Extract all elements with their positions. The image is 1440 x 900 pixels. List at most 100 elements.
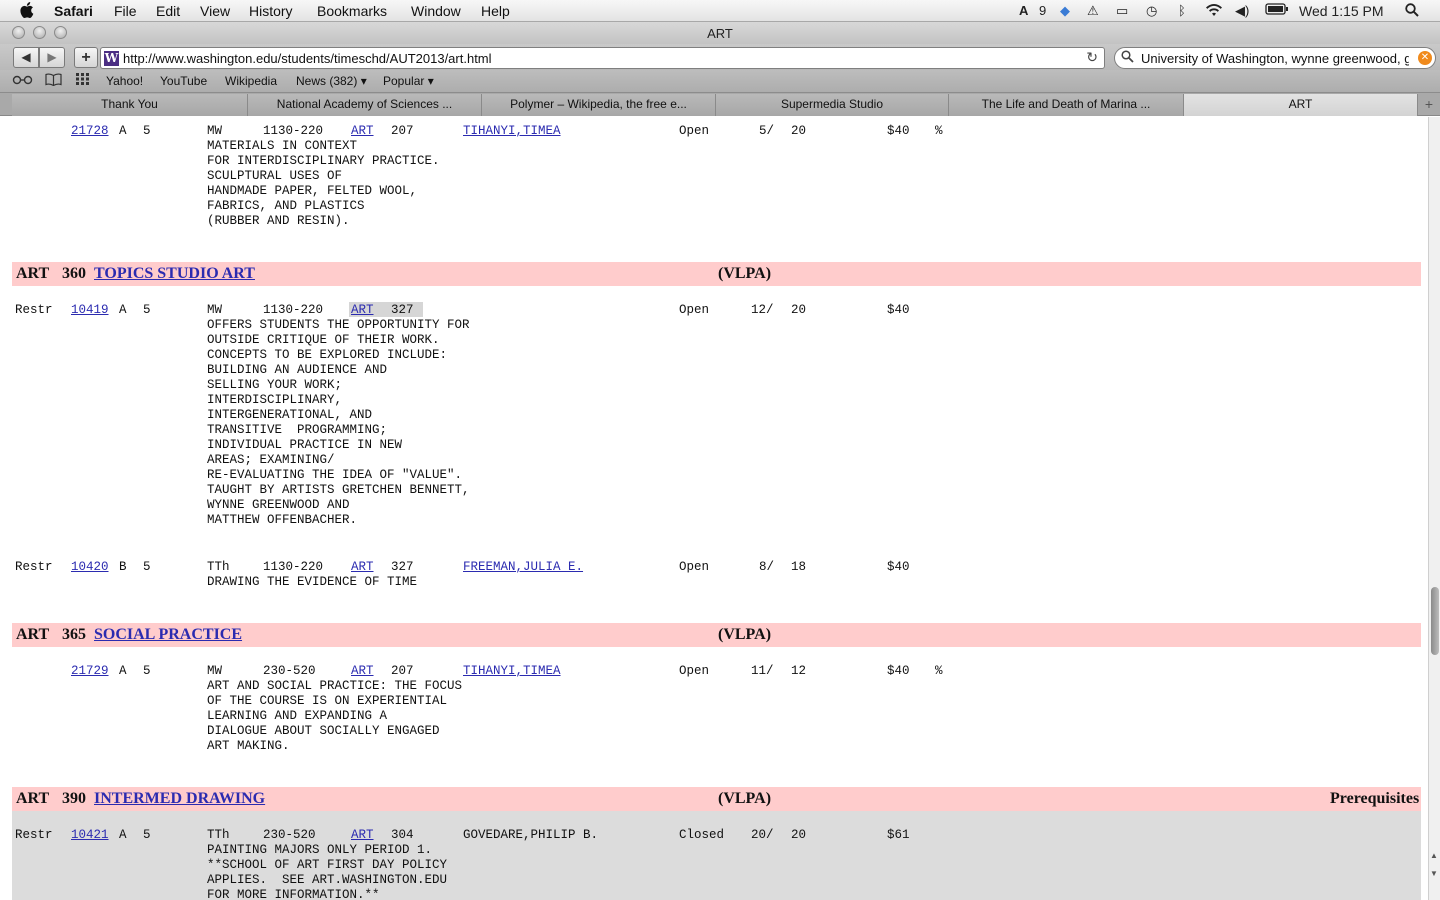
building-link[interactable]: ART [351,124,374,138]
status: Open [679,664,710,678]
bluetooth-icon[interactable]: ᛒ [1178,3,1186,18]
display-icon[interactable]: ▭ [1116,3,1128,19]
menu-file[interactable]: File [114,3,137,19]
course-fee: $40 [887,560,910,574]
course-fee: $40 [887,303,910,317]
section-id: A [119,303,127,317]
bookmark-yahoo[interactable]: Yahoo! [106,74,143,88]
bookmark-popular-folder[interactable]: Popular ▾ [383,74,434,88]
menu-help[interactable]: Help [481,3,510,19]
course-title-link[interactable]: SOCIAL PRACTICE [94,626,242,644]
reload-icon[interactable]: ↻ [1086,49,1098,66]
instructor-link[interactable]: TIHANYI,TIMEA [463,124,561,138]
course-header-art-365: ART 365 SOCIAL PRACTICE (VLPA) [12,623,1421,647]
battery-icon[interactable] [1265,3,1289,18]
search-clear-icon[interactable]: ✕ [1418,51,1432,65]
enrollment: 8/ [759,560,775,574]
search-icon [1121,50,1134,66]
tab-polymer-wikipedia[interactable]: Polymer – Wikipedia, the free e... [482,94,716,116]
building-link[interactable]: ART [351,828,374,842]
days: TTh [207,828,230,842]
volume-icon[interactable]: ◀) [1235,3,1249,19]
wifi-icon[interactable] [1204,3,1224,20]
course-title-link[interactable]: TOPICS STUDIO ART [94,265,255,283]
tab-art-active[interactable]: ART [1184,94,1418,116]
vertical-scrollbar[interactable]: ▲ ▼ [1428,117,1440,900]
class-description: ART AND SOCIAL PRACTICE: THE FOCUS OF TH… [207,679,463,753]
sln-link[interactable]: 10420 [71,560,109,574]
menu-history[interactable]: History [249,3,293,19]
restriction: Restr [15,828,53,842]
days: MW [207,303,223,317]
adobe-status-icon[interactable]: A [1019,3,1028,18]
status-count: 9 [1039,3,1047,18]
forward-button[interactable]: ▶ [39,47,65,68]
menu-view[interactable]: View [200,3,230,19]
window-title: ART [707,26,733,41]
url-text[interactable]: http://www.washington.edu/students/times… [123,51,492,66]
status: Open [679,560,710,574]
tab-marina[interactable]: The Life and Death of Marina ... [949,94,1184,116]
sln-link[interactable]: 21728 [71,124,109,138]
room: 207 [391,124,414,138]
class-description: MATERIALS IN CONTEXT FOR INTERDISCIPLINA… [207,139,440,228]
menu-edit[interactable]: Edit [156,3,180,19]
back-button[interactable]: ◀ [13,47,39,68]
sln-link[interactable]: 21729 [71,664,109,678]
credits: 5 [143,560,151,574]
spotlight-icon[interactable] [1405,3,1419,20]
tab-supermedia-studio[interactable]: Supermedia Studio [716,94,949,116]
alert-icon[interactable]: ⚠ [1087,3,1099,19]
menubar-clock[interactable]: Wed 1:15 PM [1299,3,1384,19]
apple-menu-icon[interactable] [20,2,34,22]
menu-bookmarks[interactable]: Bookmarks [317,3,387,19]
top-sites-grid-icon[interactable] [76,73,90,88]
class-description: PAINTING MAJORS ONLY PERIOD 1. **SCHOOL … [207,843,448,900]
bookmarks-book-icon[interactable] [45,73,62,89]
course-fee: $61 [887,828,910,842]
gen-ed-tag: (VLPA) [718,626,772,643]
search-field[interactable]: University of Washington, wynne greenwoo… [1114,47,1436,69]
tab-thank-you[interactable]: Thank You [12,94,248,116]
scroll-up-arrow-icon[interactable]: ▲ [1430,851,1438,860]
section-id: A [119,124,127,138]
sln-link[interactable]: 10419 [71,303,109,317]
building-link[interactable]: ART [351,303,374,317]
bookmark-wikipedia[interactable]: Wikipedia [225,74,277,88]
instructor-link[interactable]: TIHANYI,TIMEA [463,664,561,678]
course-title-link[interactable]: INTERMED DRAWING [94,790,265,808]
bookmark-news-folder[interactable]: News (382) ▾ [296,74,367,88]
gen-ed-tag: (VLPA) [718,265,772,282]
reading-list-icon[interactable] [12,73,34,88]
tab-national-academy[interactable]: National Academy of Sciences ... [248,94,482,116]
room: 327 [391,560,414,574]
other-code: % [935,124,943,138]
sln-link[interactable]: 10421 [71,828,109,842]
scroll-thumb[interactable] [1431,587,1439,655]
class-description: DRAWING THE EVIDENCE OF TIME [207,575,418,589]
course-number: 360 [62,265,86,282]
time: 1130-220 [263,303,324,317]
prerequisites-label[interactable]: Prerequisites [1330,790,1419,808]
address-bar[interactable]: W http://www.washington.edu/students/tim… [100,47,1105,69]
building-link[interactable]: ART [351,664,374,678]
section-id: A [119,664,127,678]
enrollment-limit: 18 [791,560,807,574]
enrollment-limit: 20 [791,828,807,842]
time-schedule-page: 21728 A 5 MW 1130-220 ART 207 TIHANYI,TI… [0,117,1428,900]
new-tab-button[interactable]: + [1420,95,1438,113]
course-dept: ART [16,265,50,282]
dropbox-icon[interactable]: ◆ [1060,3,1070,19]
instructor-link[interactable]: FREEMAN,JULIA E. [463,560,583,574]
search-input[interactable]: University of Washington, wynne greenwoo… [1141,51,1409,66]
scroll-down-arrow-icon[interactable]: ▼ [1430,869,1438,878]
days: MW [207,664,223,678]
bookmark-youtube[interactable]: YouTube [160,74,207,88]
app-menu-safari[interactable]: Safari [54,3,93,19]
menu-window[interactable]: Window [411,3,461,19]
building-link[interactable]: ART [351,560,374,574]
time-machine-icon[interactable]: ◷ [1146,3,1157,19]
time: 230-520 [263,664,316,678]
add-bookmark-button[interactable]: + [74,47,98,68]
course-header-art-360: ART 360 TOPICS STUDIO ART (VLPA) [12,262,1421,286]
